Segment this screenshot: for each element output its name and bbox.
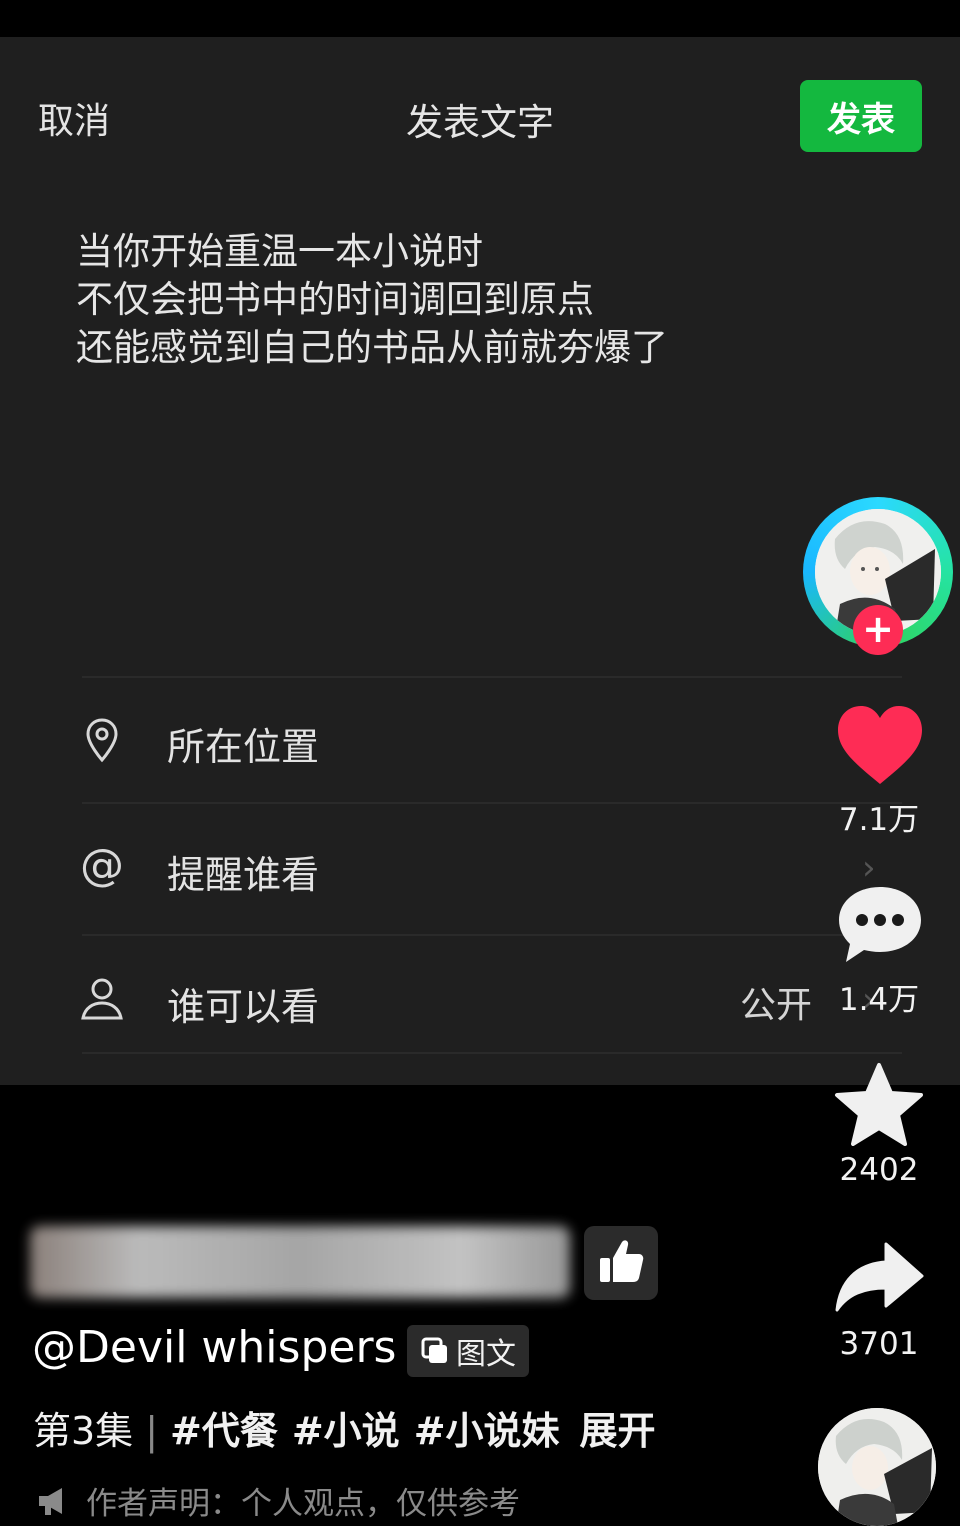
publish-button[interactable]: 发表 <box>800 80 922 152</box>
mention-label: 提醒谁看 <box>167 853 320 897</box>
comment-bubble-icon <box>839 887 921 962</box>
at-sign-icon: @ <box>80 840 124 891</box>
episode-label[interactable]: 第3集 <box>33 1409 133 1453</box>
thumbs-up-button[interactable] <box>584 1226 658 1300</box>
comment-count: 1.4万 <box>838 982 920 1018</box>
like-button[interactable] <box>836 704 924 790</box>
image-text-icon <box>421 1337 447 1363</box>
hashtag[interactable]: #小说妹 <box>414 1409 560 1453</box>
share-count: 3701 <box>839 1326 919 1362</box>
star-icon <box>835 1063 923 1146</box>
author-statement-text: 作者声明：个人观点，仅供参考 <box>86 1486 520 1522</box>
favorite-button[interactable] <box>834 1062 924 1150</box>
content-type-label: 图文 <box>456 1337 516 1372</box>
visibility-value: 公开 <box>740 985 813 1026</box>
post-text-area[interactable]: 当你开始重温一本小说时 不仅会把书中的时间调回到原点 还能感觉到自己的书品从前就… <box>76 228 776 372</box>
music-disc-avatar[interactable] <box>818 1408 936 1526</box>
divider <box>82 802 902 804</box>
chevron-right-icon: › <box>862 848 876 888</box>
author-name[interactable]: @Devil whispers <box>32 1322 396 1373</box>
divider <box>82 676 902 678</box>
content-type-badge: 图文 <box>407 1325 529 1377</box>
thumbs-up-icon <box>600 1240 644 1282</box>
post-text-line: 还能感觉到自己的书品从前就夯爆了 <box>76 326 668 369</box>
share-arrow-icon <box>835 1242 924 1312</box>
location-pin-icon <box>86 718 118 763</box>
visibility-label: 谁可以看 <box>167 985 320 1029</box>
divider <box>82 1052 902 1054</box>
divider <box>82 934 902 936</box>
separator: | <box>145 1409 158 1453</box>
hashtag[interactable]: #小说 <box>292 1409 400 1453</box>
comment-button[interactable] <box>836 884 924 970</box>
caption: 第3集 | #代餐 #小说 #小说妹 展开 <box>33 1400 656 1455</box>
like-count: 7.1万 <box>838 802 920 838</box>
share-button[interactable] <box>834 1240 924 1318</box>
heart-icon <box>838 706 922 784</box>
location-label: 所在位置 <box>167 725 320 769</box>
blurred-hint-bar <box>30 1226 570 1298</box>
status-bar <box>0 0 960 37</box>
megaphone-icon <box>39 1487 62 1515</box>
post-text-line: 当你开始重温一本小说时 <box>76 230 483 273</box>
favorite-count: 2402 <box>839 1152 919 1188</box>
person-icon <box>81 978 123 1020</box>
post-text-line: 不仅会把书中的时间调回到原点 <box>76 278 594 321</box>
avatar-illustration <box>818 1408 936 1526</box>
expand-button[interactable]: 展开 <box>580 1409 656 1453</box>
follow-button[interactable]: + <box>853 605 903 655</box>
author-statement: 作者声明：个人观点，仅供参考 <box>36 1478 520 1523</box>
hashtag[interactable]: #代餐 <box>170 1409 278 1453</box>
